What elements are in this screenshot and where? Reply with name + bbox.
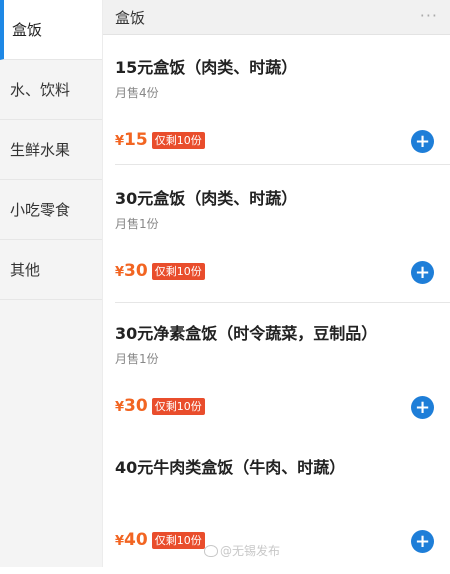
- product-item[interactable]: 30元盒饭（肉类、时蔬） 月售1份 ¥30 仅剩10份 +: [103, 165, 450, 305]
- add-to-cart-button[interactable]: +: [411, 396, 434, 419]
- stock-badge: 仅剩10份: [151, 131, 205, 149]
- price-row: ¥30 仅剩10份: [115, 396, 205, 416]
- section-title: 盒饭: [115, 9, 146, 27]
- price-row: ¥15 仅剩10份: [115, 130, 205, 150]
- more-options-icon[interactable]: ···: [420, 6, 438, 25]
- price-row: ¥40 仅剩10份: [115, 530, 205, 550]
- stock-badge: 仅剩10份: [151, 531, 205, 549]
- price-value: 15: [124, 130, 148, 150]
- category-label: 小吃零食: [10, 201, 71, 219]
- category-sidebar: 盒饭 水、饮料 生鲜水果 小吃零食 其他: [0, 0, 103, 567]
- price: ¥40: [115, 530, 148, 550]
- category-item-other[interactable]: 其他: [0, 240, 102, 300]
- product-item[interactable]: 30元净素盒饭（时令蔬菜，豆制品） 月售1份 ¥30 仅剩10份 +: [103, 300, 450, 440]
- price-value: 40: [124, 530, 148, 550]
- product-name: 15元盒饭（肉类、时蔬）: [115, 58, 298, 77]
- category-item-boxed-meal[interactable]: 盒饭: [0, 0, 102, 60]
- stock-badge: 仅剩10份: [151, 262, 205, 280]
- monthly-sales: 月售4份: [115, 86, 159, 100]
- product-name: 40元牛肉类盒饭（牛肉、时蔬）: [115, 458, 346, 477]
- monthly-sales: 月售1份: [115, 352, 159, 366]
- category-item-drinks[interactable]: 水、饮料: [0, 60, 102, 120]
- monthly-sales: 月售1份: [115, 217, 159, 231]
- currency-symbol: ¥: [115, 534, 125, 549]
- category-item-snacks[interactable]: 小吃零食: [0, 180, 102, 240]
- currency-symbol: ¥: [115, 134, 125, 149]
- stock-badge: 仅剩10份: [151, 397, 205, 415]
- plus-icon: +: [414, 261, 431, 283]
- currency-symbol: ¥: [115, 400, 125, 415]
- product-item[interactable]: 15元盒饭（肉类、时蔬） 月售4份 ¥15 仅剩10份 +: [103, 34, 450, 174]
- category-label: 其他: [10, 261, 41, 279]
- category-item-fresh-fruit[interactable]: 生鲜水果: [0, 120, 102, 180]
- plus-icon: +: [414, 396, 431, 418]
- add-to-cart-button[interactable]: +: [411, 530, 434, 553]
- category-label: 生鲜水果: [10, 141, 71, 159]
- price: ¥15: [115, 130, 148, 150]
- product-name: 30元盒饭（肉类、时蔬）: [115, 189, 298, 208]
- price-row: ¥30 仅剩10份: [115, 261, 205, 281]
- add-to-cart-button[interactable]: +: [411, 261, 434, 284]
- plus-icon: +: [414, 530, 431, 552]
- category-label: 盒饭: [12, 21, 43, 39]
- section-header: 盒饭 ···: [103, 0, 450, 35]
- plus-icon: +: [414, 130, 431, 152]
- watermark-text: @无锡发布: [220, 544, 281, 558]
- weibo-icon: [204, 544, 218, 557]
- category-label: 水、饮料: [10, 81, 71, 99]
- price: ¥30: [115, 396, 148, 416]
- price-value: 30: [124, 396, 148, 416]
- product-name: 30元净素盒饭（时令蔬菜，豆制品）: [115, 324, 378, 343]
- add-to-cart-button[interactable]: +: [411, 130, 434, 153]
- price: ¥30: [115, 261, 148, 281]
- price-value: 30: [124, 261, 148, 281]
- weibo-watermark: @无锡发布: [204, 542, 280, 559]
- currency-symbol: ¥: [115, 265, 125, 280]
